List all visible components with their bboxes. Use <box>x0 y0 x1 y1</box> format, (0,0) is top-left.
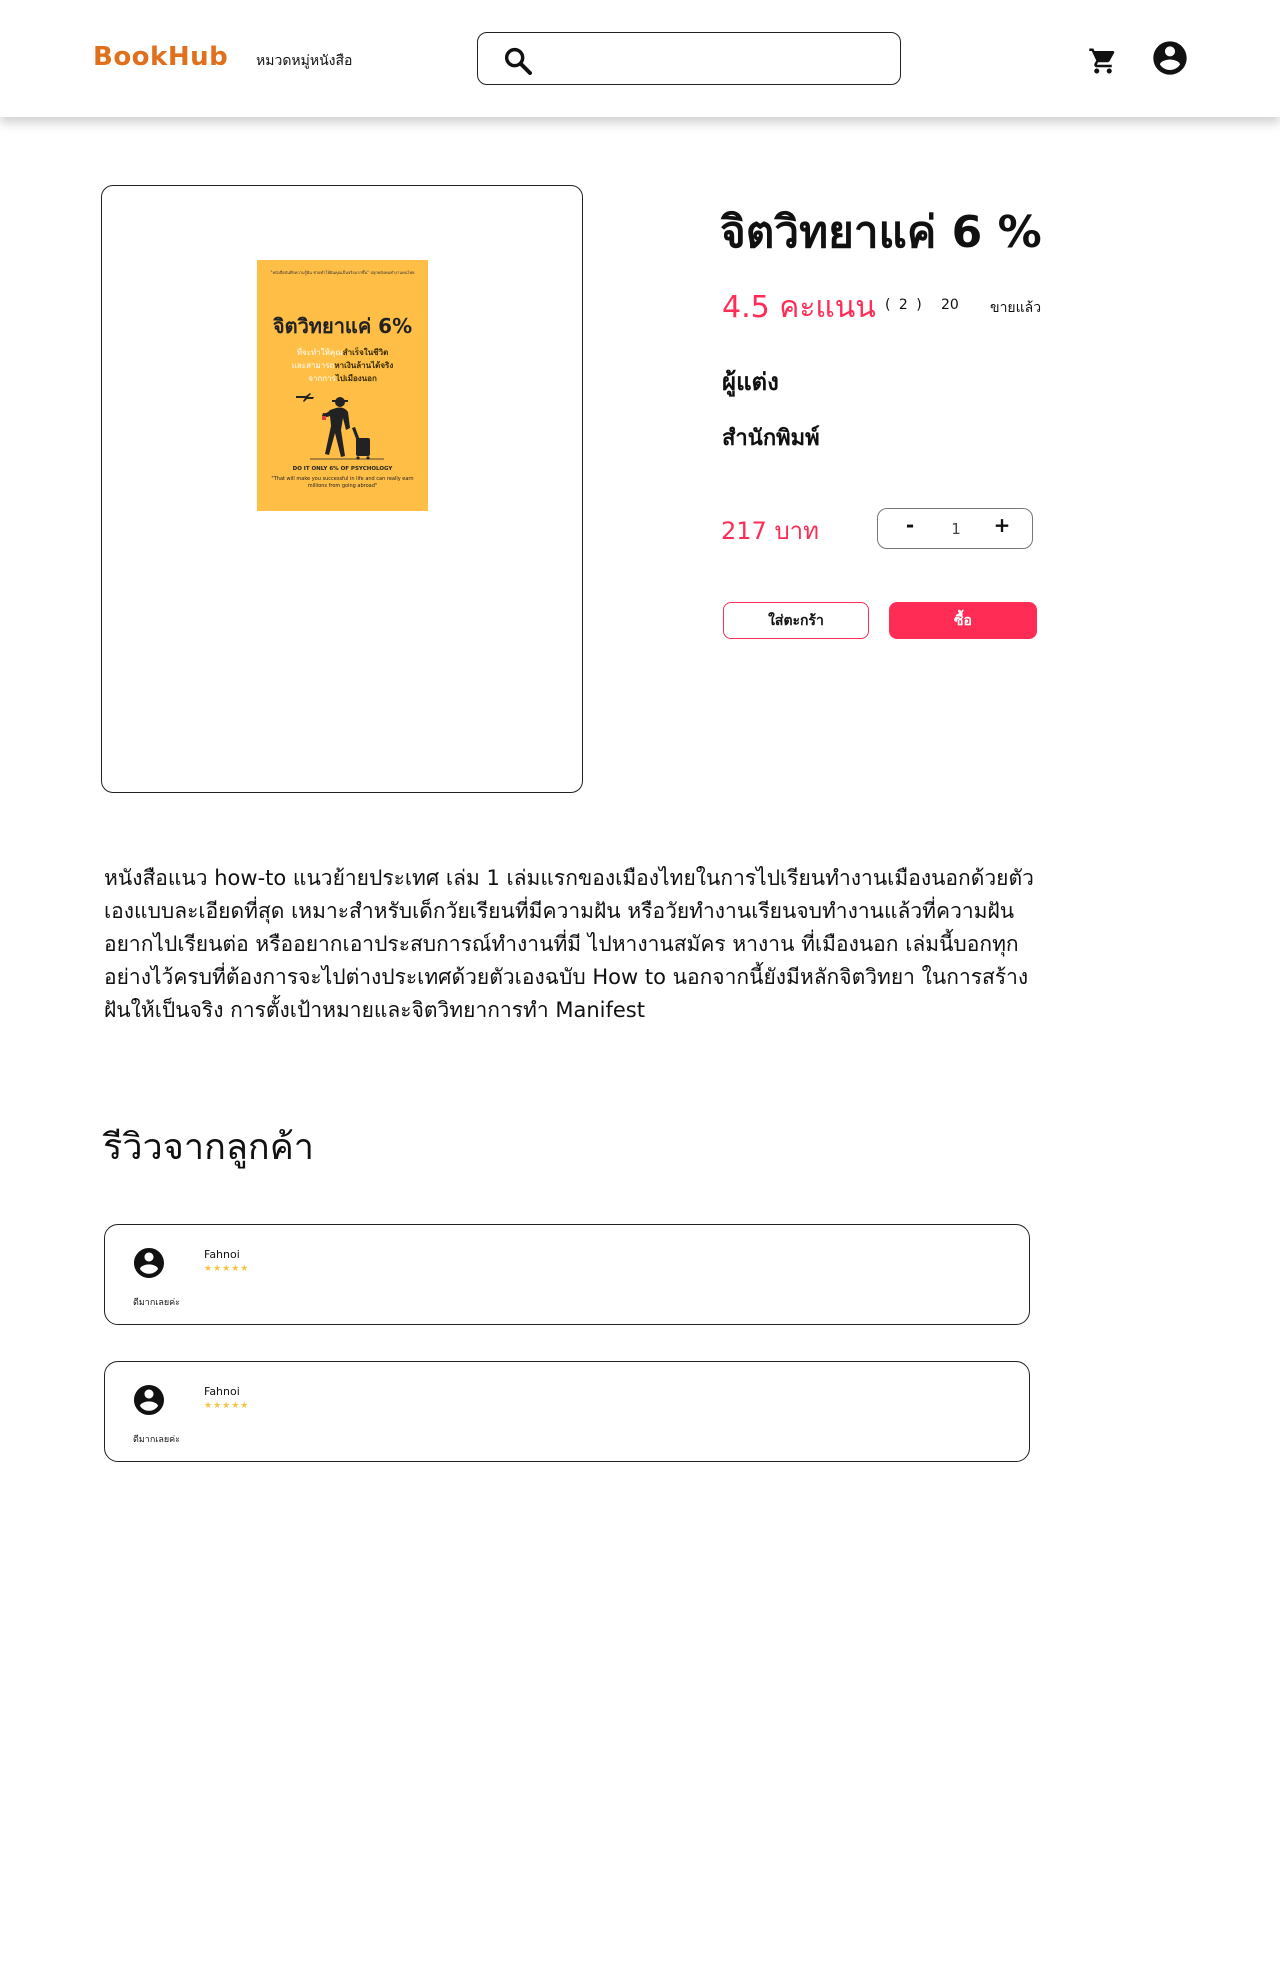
review-card: Fahnoi ★★★★★ ดีมากเลยค่ะ <box>104 1361 1030 1462</box>
book-cover-image[interactable]: "หนังสือบันทึกความรู้ฝัน ช่วยทำให้ฝันคุณ… <box>257 260 428 511</box>
account-icon[interactable] <box>1150 38 1190 78</box>
review-text: ดีมากเลยค่ะ <box>133 1298 180 1308</box>
reviewer-name: Fahnoi <box>204 1385 240 1398</box>
search-icon[interactable] <box>502 45 534 77</box>
buy-button[interactable]: ซื้อ <box>889 602 1037 639</box>
nav-book-categories[interactable]: หมวดหมู่หนังสือ <box>256 50 352 72</box>
product-price: 217 บาท <box>721 517 819 545</box>
add-to-cart-button[interactable]: ใส่ตะกร้า <box>723 602 869 639</box>
reviewer-name: Fahnoi <box>204 1248 240 1261</box>
review-text: ดีมากเลยค่ะ <box>133 1435 180 1445</box>
rating-score: 4.5 คะแนน <box>722 290 876 325</box>
quantity-increase-button[interactable]: + <box>990 513 1014 543</box>
author-label: ผู้แต่ง <box>722 368 779 396</box>
product-image-card: "หนังสือบันทึกความรู้ฝัน ช่วยทำให้ฝันคุณ… <box>101 185 583 793</box>
product-title: จิตวิทยาแค่ 6 % <box>720 207 1042 258</box>
user-avatar-icon <box>134 1248 164 1278</box>
search-input[interactable] <box>548 41 888 77</box>
product-description: หนังสือแนว how-to แนวย้ายประเทศ เล่ม 1 เ… <box>104 866 1034 1022</box>
review-star-rating: ★★★★★ <box>204 1264 250 1274</box>
reviews-heading: รีวิวจากลูกค้า <box>103 1127 315 1168</box>
quantity-decrease-button[interactable]: - <box>898 513 922 543</box>
cover-subtitle: ที่จะทำให้คุณสำเร็จในชีวิต และสามารถหาเง… <box>291 348 394 383</box>
quantity-stepper: - 1 + <box>877 508 1033 549</box>
cover-english-text: "That will make you successful in life a… <box>271 476 414 489</box>
user-avatar-icon <box>134 1385 164 1415</box>
cover-english-title: DO IT ONLY 6% OF PSYCHOLOGY <box>292 466 393 472</box>
review-star-rating: ★★★★★ <box>204 1401 250 1411</box>
cart-icon[interactable] <box>1088 46 1118 76</box>
review-card: Fahnoi ★★★★★ ดีมากเลยค่ะ <box>104 1224 1030 1325</box>
search-bar[interactable] <box>477 32 901 85</box>
cover-title: จิตวิทยาแค่ 6% <box>272 314 413 338</box>
top-header: BookHub หมวดหมู่หนังสือ <box>0 0 1280 117</box>
sold-label: ขายแล้ว <box>990 300 1042 316</box>
cover-top-text: "หนังสือบันทึกความรู้ฝัน ช่วยทำให้ฝันคุณ… <box>270 270 415 275</box>
sold-count: 20 <box>941 297 959 313</box>
rating-count[interactable]: ( 2 ) <box>885 297 924 313</box>
quantity-value[interactable]: 1 <box>944 520 968 538</box>
traveler-illustration <box>296 393 384 460</box>
bookhub-logo[interactable]: BookHub <box>93 42 228 72</box>
publisher-label: สำนักพิมพ์ <box>722 426 820 451</box>
